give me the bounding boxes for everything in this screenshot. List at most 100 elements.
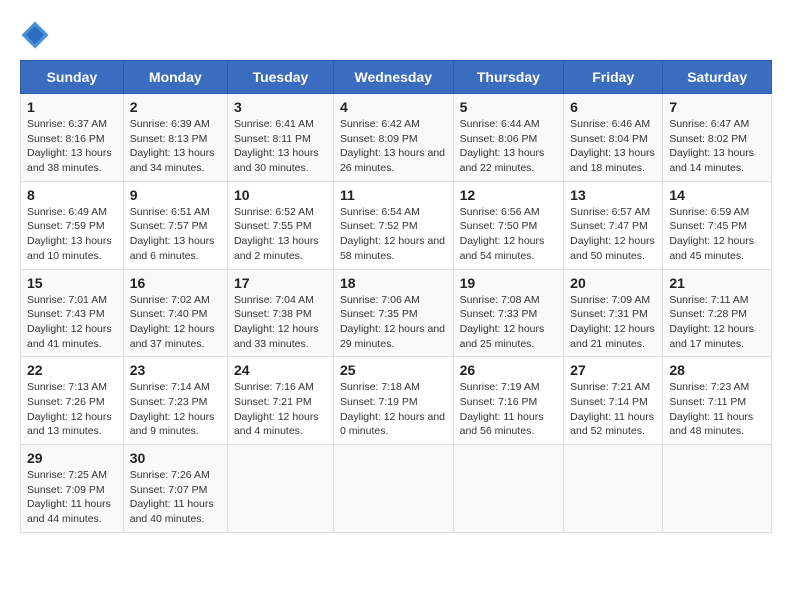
- sunset-text: Sunset: 8:04 PM: [570, 132, 656, 147]
- sunset-text: Sunset: 7:26 PM: [27, 395, 117, 410]
- calendar-cell: 6 Sunrise: 6:46 AM Sunset: 8:04 PM Dayli…: [564, 94, 663, 182]
- day-info: Sunrise: 7:23 AM Sunset: 7:11 PM Dayligh…: [669, 380, 765, 439]
- sunrise-text: Sunrise: 6:57 AM: [570, 205, 656, 220]
- day-number: 28: [669, 362, 765, 378]
- day-number: 22: [27, 362, 117, 378]
- daylight-text: Daylight: 12 hours and 0 minutes.: [340, 410, 447, 439]
- day-number: 30: [130, 450, 221, 466]
- sunrise-text: Sunrise: 7:21 AM: [570, 380, 656, 395]
- calendar-cell: 11 Sunrise: 6:54 AM Sunset: 7:52 PM Dayl…: [333, 181, 453, 269]
- logo: [20, 20, 54, 50]
- sunset-text: Sunset: 7:19 PM: [340, 395, 447, 410]
- sunrise-text: Sunrise: 7:04 AM: [234, 293, 327, 308]
- day-number: 15: [27, 275, 117, 291]
- sunset-text: Sunset: 8:06 PM: [460, 132, 558, 147]
- calendar-cell: 25 Sunrise: 7:18 AM Sunset: 7:19 PM Dayl…: [333, 357, 453, 445]
- sunrise-text: Sunrise: 6:51 AM: [130, 205, 221, 220]
- calendar-cell: 30 Sunrise: 7:26 AM Sunset: 7:07 PM Dayl…: [123, 445, 227, 533]
- calendar-cell: 17 Sunrise: 7:04 AM Sunset: 7:38 PM Dayl…: [227, 269, 333, 357]
- day-number: 29: [27, 450, 117, 466]
- calendar-cell: 24 Sunrise: 7:16 AM Sunset: 7:21 PM Dayl…: [227, 357, 333, 445]
- calendar-cell: 3 Sunrise: 6:41 AM Sunset: 8:11 PM Dayli…: [227, 94, 333, 182]
- day-info: Sunrise: 7:02 AM Sunset: 7:40 PM Dayligh…: [130, 293, 221, 352]
- sunrise-text: Sunrise: 7:23 AM: [669, 380, 765, 395]
- calendar-cell: 19 Sunrise: 7:08 AM Sunset: 7:33 PM Dayl…: [453, 269, 564, 357]
- sunrise-text: Sunrise: 6:39 AM: [130, 117, 221, 132]
- weekday-header-row: SundayMondayTuesdayWednesdayThursdayFrid…: [21, 61, 772, 94]
- sunset-text: Sunset: 7:09 PM: [27, 483, 117, 498]
- calendar-table: SundayMondayTuesdayWednesdayThursdayFrid…: [20, 60, 772, 533]
- calendar-week-row: 29 Sunrise: 7:25 AM Sunset: 7:09 PM Dayl…: [21, 445, 772, 533]
- calendar-cell: 12 Sunrise: 6:56 AM Sunset: 7:50 PM Dayl…: [453, 181, 564, 269]
- daylight-text: Daylight: 13 hours and 2 minutes.: [234, 234, 327, 263]
- daylight-text: Daylight: 13 hours and 18 minutes.: [570, 146, 656, 175]
- calendar-week-row: 1 Sunrise: 6:37 AM Sunset: 8:16 PM Dayli…: [21, 94, 772, 182]
- sunrise-text: Sunrise: 7:26 AM: [130, 468, 221, 483]
- sunrise-text: Sunrise: 7:13 AM: [27, 380, 117, 395]
- calendar-week-row: 22 Sunrise: 7:13 AM Sunset: 7:26 PM Dayl…: [21, 357, 772, 445]
- day-info: Sunrise: 7:16 AM Sunset: 7:21 PM Dayligh…: [234, 380, 327, 439]
- sunset-text: Sunset: 8:16 PM: [27, 132, 117, 147]
- weekday-header-saturday: Saturday: [663, 61, 772, 94]
- daylight-text: Daylight: 12 hours and 50 minutes.: [570, 234, 656, 263]
- sunrise-text: Sunrise: 6:47 AM: [669, 117, 765, 132]
- sunrise-text: Sunrise: 7:06 AM: [340, 293, 447, 308]
- daylight-text: Daylight: 13 hours and 38 minutes.: [27, 146, 117, 175]
- day-number: 3: [234, 99, 327, 115]
- day-number: 12: [460, 187, 558, 203]
- sunrise-text: Sunrise: 6:52 AM: [234, 205, 327, 220]
- daylight-text: Daylight: 13 hours and 6 minutes.: [130, 234, 221, 263]
- day-info: Sunrise: 6:46 AM Sunset: 8:04 PM Dayligh…: [570, 117, 656, 176]
- calendar-cell: 2 Sunrise: 6:39 AM Sunset: 8:13 PM Dayli…: [123, 94, 227, 182]
- calendar-cell: 9 Sunrise: 6:51 AM Sunset: 7:57 PM Dayli…: [123, 181, 227, 269]
- weekday-header-wednesday: Wednesday: [333, 61, 453, 94]
- calendar-cell: 14 Sunrise: 6:59 AM Sunset: 7:45 PM Dayl…: [663, 181, 772, 269]
- day-number: 14: [669, 187, 765, 203]
- sunrise-text: Sunrise: 7:09 AM: [570, 293, 656, 308]
- sunrise-text: Sunrise: 6:42 AM: [340, 117, 447, 132]
- calendar-cell: [227, 445, 333, 533]
- daylight-text: Daylight: 12 hours and 45 minutes.: [669, 234, 765, 263]
- daylight-text: Daylight: 13 hours and 14 minutes.: [669, 146, 765, 175]
- calendar-cell: 1 Sunrise: 6:37 AM Sunset: 8:16 PM Dayli…: [21, 94, 124, 182]
- sunrise-text: Sunrise: 7:08 AM: [460, 293, 558, 308]
- daylight-text: Daylight: 12 hours and 9 minutes.: [130, 410, 221, 439]
- daylight-text: Daylight: 11 hours and 52 minutes.: [570, 410, 656, 439]
- calendar-cell: 26 Sunrise: 7:19 AM Sunset: 7:16 PM Dayl…: [453, 357, 564, 445]
- calendar-cell: 13 Sunrise: 6:57 AM Sunset: 7:47 PM Dayl…: [564, 181, 663, 269]
- daylight-text: Daylight: 13 hours and 30 minutes.: [234, 146, 327, 175]
- calendar-cell: 20 Sunrise: 7:09 AM Sunset: 7:31 PM Dayl…: [564, 269, 663, 357]
- sunset-text: Sunset: 7:43 PM: [27, 307, 117, 322]
- day-info: Sunrise: 6:41 AM Sunset: 8:11 PM Dayligh…: [234, 117, 327, 176]
- sunrise-text: Sunrise: 7:18 AM: [340, 380, 447, 395]
- weekday-header-sunday: Sunday: [21, 61, 124, 94]
- day-number: 8: [27, 187, 117, 203]
- day-number: 17: [234, 275, 327, 291]
- sunset-text: Sunset: 7:11 PM: [669, 395, 765, 410]
- day-info: Sunrise: 6:39 AM Sunset: 8:13 PM Dayligh…: [130, 117, 221, 176]
- day-number: 19: [460, 275, 558, 291]
- day-number: 5: [460, 99, 558, 115]
- calendar-cell: 7 Sunrise: 6:47 AM Sunset: 8:02 PM Dayli…: [663, 94, 772, 182]
- day-number: 27: [570, 362, 656, 378]
- sunset-text: Sunset: 7:59 PM: [27, 219, 117, 234]
- day-info: Sunrise: 6:42 AM Sunset: 8:09 PM Dayligh…: [340, 117, 447, 176]
- daylight-text: Daylight: 12 hours and 58 minutes.: [340, 234, 447, 263]
- calendar-cell: 8 Sunrise: 6:49 AM Sunset: 7:59 PM Dayli…: [21, 181, 124, 269]
- day-info: Sunrise: 7:25 AM Sunset: 7:09 PM Dayligh…: [27, 468, 117, 527]
- calendar-week-row: 8 Sunrise: 6:49 AM Sunset: 7:59 PM Dayli…: [21, 181, 772, 269]
- day-info: Sunrise: 7:26 AM Sunset: 7:07 PM Dayligh…: [130, 468, 221, 527]
- calendar-cell: 29 Sunrise: 7:25 AM Sunset: 7:09 PM Dayl…: [21, 445, 124, 533]
- sunrise-text: Sunrise: 7:11 AM: [669, 293, 765, 308]
- daylight-text: Daylight: 12 hours and 25 minutes.: [460, 322, 558, 351]
- day-number: 20: [570, 275, 656, 291]
- calendar-cell: 23 Sunrise: 7:14 AM Sunset: 7:23 PM Dayl…: [123, 357, 227, 445]
- day-number: 1: [27, 99, 117, 115]
- logo-icon: [20, 20, 50, 50]
- day-number: 21: [669, 275, 765, 291]
- sunrise-text: Sunrise: 6:37 AM: [27, 117, 117, 132]
- daylight-text: Daylight: 13 hours and 26 minutes.: [340, 146, 447, 175]
- sunset-text: Sunset: 7:52 PM: [340, 219, 447, 234]
- calendar-cell: [564, 445, 663, 533]
- calendar-week-row: 15 Sunrise: 7:01 AM Sunset: 7:43 PM Dayl…: [21, 269, 772, 357]
